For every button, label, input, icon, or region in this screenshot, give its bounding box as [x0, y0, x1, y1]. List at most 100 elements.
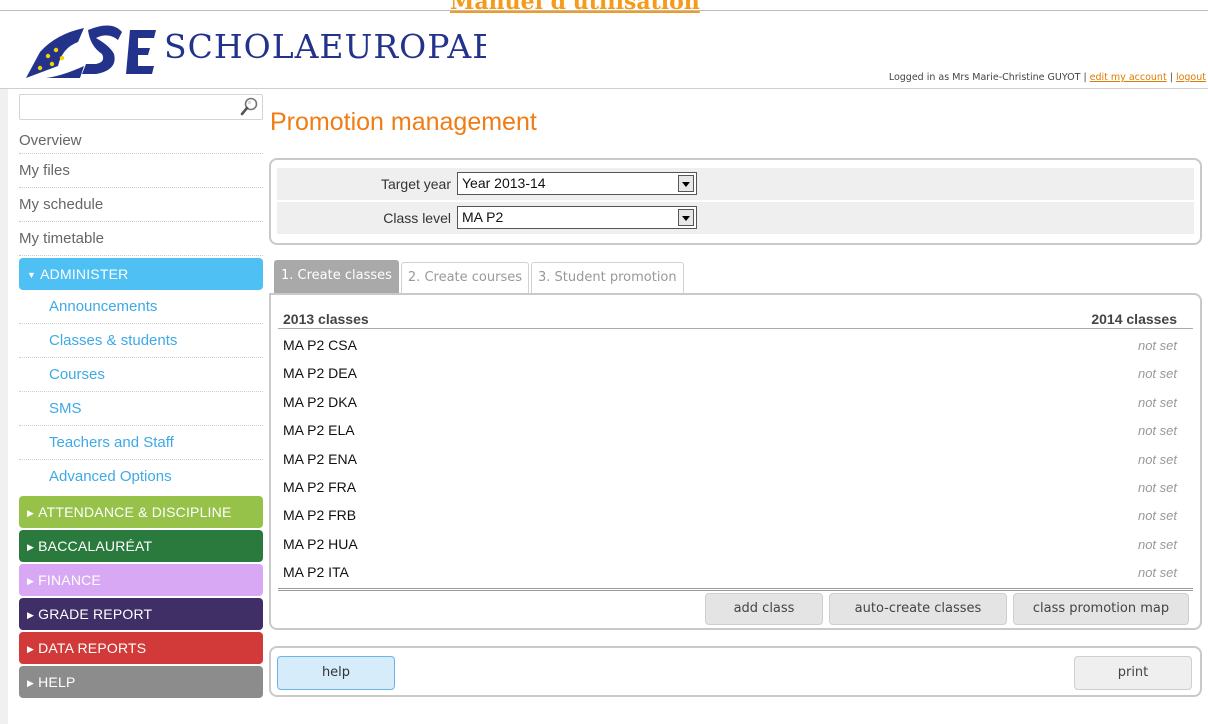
sidebar-section-administer[interactable]: ▼ ADMINISTER	[19, 258, 263, 290]
sidebar-section-baccalaureat[interactable]: ▶ BACCALAURÉAT	[19, 530, 263, 562]
table-row: MA P2 ITA not set	[278, 556, 1193, 584]
class-status: not set	[1137, 451, 1177, 467]
caret-right-icon: ▶	[27, 644, 35, 654]
sidebar-search	[19, 94, 263, 120]
class-level-row: Class level MA P2	[277, 202, 1194, 234]
section-label: BACCALAURÉAT	[38, 538, 153, 554]
auto-create-classes-button[interactable]: auto-create classes	[829, 593, 1007, 625]
tab-create-courses[interactable]: 2. Create courses	[400, 262, 529, 294]
class-status: not set	[1137, 536, 1177, 552]
class-status: not set	[1137, 565, 1177, 581]
sidebar-section-data-reports[interactable]: ▶ DATA REPORTS	[19, 632, 263, 664]
dropdown-arrow-icon[interactable]	[678, 209, 694, 226]
table-row: MA P2 FRB not set	[278, 499, 1193, 527]
caret-right-icon: ▶	[27, 542, 35, 552]
print-button[interactable]: print	[1074, 656, 1192, 690]
target-year-value: Year 2013-14	[462, 175, 546, 191]
left-edge-strip	[0, 89, 8, 724]
class-name: MA P2 FRB	[283, 507, 357, 524]
sidebar-item-my-files[interactable]: My files	[19, 154, 263, 188]
table-header: 2013 classes 2014 classes	[278, 299, 1193, 329]
class-name: MA P2 ENA	[283, 450, 357, 467]
caret-right-icon: ▶	[27, 610, 35, 620]
class-name: MA P2 CSA	[283, 337, 357, 353]
sidebar: Overview My files My schedule My timetab…	[19, 94, 263, 700]
table-row: MA P2 HUA not set	[278, 528, 1193, 556]
class-status: not set	[1137, 508, 1177, 524]
class-status: not set	[1137, 394, 1177, 410]
class-status: not set	[1137, 366, 1177, 382]
section-label: ADMINISTER	[40, 266, 129, 282]
sidebar-subitem-teachers-staff[interactable]: Teachers and Staff	[19, 426, 263, 460]
table-row: MA P2 DEA not set	[278, 357, 1193, 385]
section-label: GRADE REPORT	[38, 606, 153, 622]
class-promotion-map-button[interactable]: class promotion map	[1013, 593, 1189, 625]
table-row: MA P2 CSA not set	[278, 329, 1193, 357]
sidebar-subitem-sms[interactable]: SMS	[19, 392, 263, 426]
logged-in-text: Logged in as Mrs Marie-Christine GUYOT	[888, 72, 1081, 83]
dropdown-arrow-icon[interactable]	[678, 175, 694, 192]
class-status: not set	[1137, 338, 1177, 353]
class-name: MA P2 DKA	[283, 393, 357, 410]
logged-in-bar: Logged in as Mrs Marie-Christine GUYOT |…	[889, 72, 1206, 83]
tab-student-promotion[interactable]: 3. Student promotion	[531, 262, 684, 294]
add-class-button[interactable]: add class	[705, 593, 823, 625]
caret-right-icon: ▶	[27, 576, 35, 586]
search-icon[interactable]	[240, 97, 258, 117]
section-label: FINANCE	[38, 572, 101, 588]
class-status: not set	[1137, 479, 1177, 495]
sidebar-subitem-classes-students[interactable]: Classes & students	[19, 324, 263, 358]
tab-create-classes[interactable]: 1. Create classes	[274, 260, 399, 294]
caret-right-icon: ▶	[27, 678, 35, 688]
sidebar-section-attendance[interactable]: ▶ ATTENDANCE & DISCIPLINE	[19, 496, 263, 528]
schola-europaea-logo: SCHOLAEUROPAEA	[26, 25, 486, 78]
sidebar-subitem-courses[interactable]: Courses	[19, 358, 263, 392]
header-divider	[0, 88, 1208, 89]
filter-panel: Target year Year 2013-14 Class level MA …	[269, 158, 1202, 245]
table-row: MA P2 ELA not set	[278, 414, 1193, 442]
table-row: MA P2 ENA not set	[278, 443, 1193, 471]
target-year-label: Target year	[380, 176, 451, 192]
class-name: MA P2 ELA	[283, 422, 355, 439]
user-manual-link[interactable]: Manuel d'utilisation	[450, 0, 700, 15]
sidebar-subitem-announcements[interactable]: Announcements	[19, 290, 263, 324]
tab-bar: 1. Create classes 2. Create courses 3. Stu…	[274, 260, 686, 294]
target-year-select[interactable]: Year 2013-14	[457, 172, 697, 195]
separator: |	[1169, 72, 1173, 83]
table-row: MA P2 DKA not set	[278, 386, 1193, 414]
class-name: MA P2 ITA	[283, 564, 349, 581]
class-name: MA P2 FRA	[283, 478, 357, 495]
edit-account-link[interactable]: edit my account	[1090, 72, 1167, 83]
class-name: MA P2 DEA	[283, 365, 357, 382]
page-title: Promotion management	[270, 108, 537, 136]
table-footer-rule	[278, 587, 1193, 591]
target-year-row: Target year Year 2013-14	[277, 168, 1194, 200]
caret-right-icon: ▶	[27, 508, 35, 518]
class-name: MA P2 HUA	[283, 535, 358, 552]
table-row: MA P2 FRA not set	[278, 471, 1193, 499]
sidebar-item-my-schedule[interactable]: My schedule	[19, 188, 263, 222]
sidebar-section-help[interactable]: ▶ HELP	[19, 666, 263, 698]
top-divider	[0, 10, 1208, 11]
column-header-2013: 2013 classes	[283, 311, 369, 327]
sidebar-section-grade-report[interactable]: ▶ GRADE REPORT	[19, 598, 263, 630]
sidebar-subitem-advanced-options[interactable]: Advanced Options	[19, 460, 263, 494]
caret-down-icon: ▼	[27, 270, 37, 280]
help-button[interactable]: help	[277, 656, 395, 690]
classes-panel: 2013 classes 2014 classes MA P2 CSA not s…	[269, 293, 1202, 630]
class-status: not set	[1137, 423, 1177, 439]
logo-wordmark: SCHOLAEUROPAEA	[164, 27, 486, 66]
section-label: DATA REPORTS	[38, 640, 147, 656]
section-label: ATTENDANCE & DISCIPLINE	[38, 504, 232, 520]
search-input[interactable]	[20, 95, 230, 117]
sidebar-section-finance[interactable]: ▶ FINANCE	[19, 564, 263, 596]
logout-link[interactable]: logout	[1176, 72, 1206, 83]
sidebar-item-overview[interactable]: Overview	[19, 124, 263, 154]
class-level-label: Class level	[383, 210, 451, 226]
section-label: HELP	[38, 674, 76, 690]
sidebar-item-my-timetable[interactable]: My timetable	[19, 222, 263, 256]
class-level-value: MA P2	[462, 209, 504, 225]
class-level-select[interactable]: MA P2	[457, 206, 697, 229]
separator: |	[1083, 72, 1087, 83]
column-header-2014: 2014 classes	[1091, 311, 1177, 327]
